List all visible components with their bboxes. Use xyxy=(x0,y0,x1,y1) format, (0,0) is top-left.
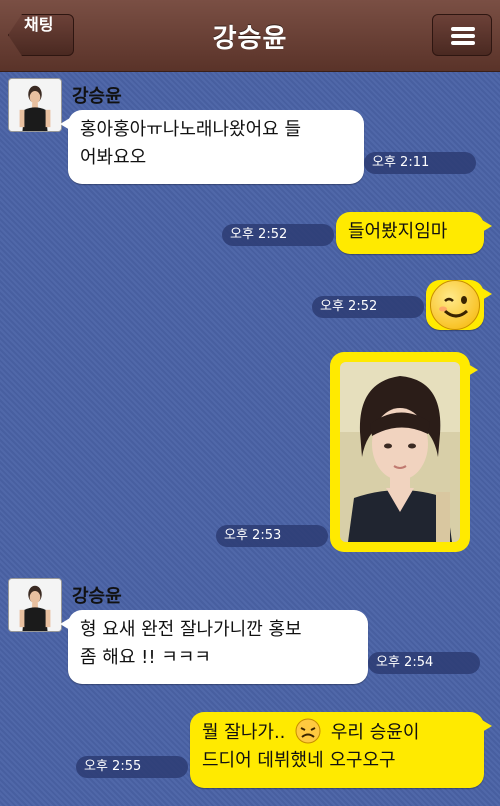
sender-name: 강승윤 xyxy=(72,586,122,607)
message-text: 뭘 잘나가.. xyxy=(202,722,286,743)
photo-thumbnail[interactable] xyxy=(340,362,460,542)
message-text-line: 홍아홍아ㅠ나노래나왔어요 들 xyxy=(80,119,302,140)
sad-face-icon xyxy=(295,718,321,744)
timestamp: 오후 2:54 xyxy=(368,652,480,674)
photo-message[interactable] xyxy=(330,352,478,552)
timestamp: 오후 2:11 xyxy=(364,152,476,174)
avatar[interactable] xyxy=(8,78,62,132)
message-bubble[interactable]: 들어봤지임마 xyxy=(336,212,492,254)
sender-name: 강승윤 xyxy=(72,86,122,107)
message-text-line: 어봐요오 xyxy=(80,147,147,168)
message-bubble[interactable] xyxy=(426,280,492,330)
timestamp: 오후 2:53 xyxy=(216,525,328,547)
wink-smiley-icon xyxy=(430,280,480,330)
hamburger-menu-icon xyxy=(451,27,475,45)
message-text-line: 드디어 데뷔했네 오구오구 xyxy=(202,750,396,771)
message-bubble[interactable]: 형 요새 완전 잘나가니깐 홍보 좀 해요 !! ㅋㅋㅋ xyxy=(60,610,368,684)
message-bubble[interactable]: 뭘 잘나가.. 우리 승윤이 드디어 데뷔했네 오구오구 xyxy=(190,712,492,788)
timestamp: 오후 2:52 xyxy=(222,224,334,246)
navbar: 채팅 강승윤 xyxy=(0,0,500,72)
avatar[interactable] xyxy=(8,578,62,632)
message-text: 우리 승윤이 xyxy=(330,722,420,743)
menu-button[interactable] xyxy=(432,14,492,56)
message-text-line: 형 요새 완전 잘나가니깐 홍보 xyxy=(80,619,302,640)
chat-title: 강승윤 xyxy=(212,24,288,54)
timestamp: 오후 2:52 xyxy=(312,296,424,318)
timestamp: 오후 2:55 xyxy=(76,756,188,778)
message-text-line: 좀 해요 !! ㅋㅋㅋ xyxy=(80,647,211,668)
message-text: 들어봤지임마 xyxy=(348,221,448,242)
message-bubble[interactable]: 홍아홍아ㅠ나노래나왔어요 들 어봐요오 xyxy=(60,110,364,184)
